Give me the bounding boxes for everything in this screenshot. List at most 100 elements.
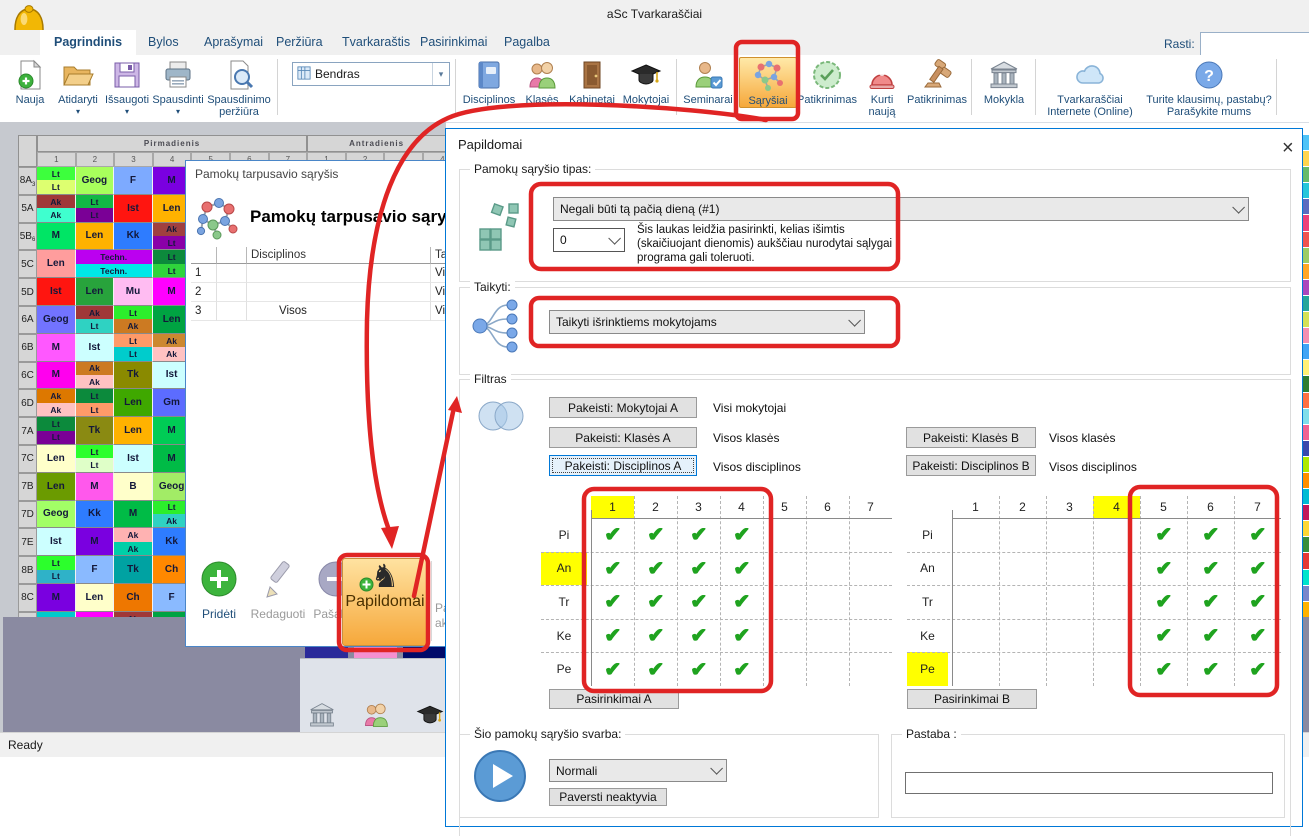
day-label-pe[interactable]: Pe: [907, 652, 948, 686]
graduation-cap-icon[interactable]: [416, 701, 444, 729]
lesson-cell[interactable]: Ist: [114, 195, 153, 223]
class-row-label-6C[interactable]: 6C: [18, 362, 37, 390]
checkmark-icon[interactable]: ✔: [1140, 518, 1187, 552]
lesson-cell[interactable]: Geog: [37, 306, 76, 334]
period-header-6[interactable]: 6: [1187, 496, 1234, 518]
grid-cell[interactable]: [999, 552, 1046, 586]
lesson-cell[interactable]: LtLt: [114, 334, 153, 362]
checkmark-icon[interactable]: ✔: [591, 518, 634, 552]
lesson-cell[interactable]: LtAk: [114, 306, 153, 334]
toolbar-item-spausdinimo-peržiūra[interactable]: Spausdinimo peržiūra: [206, 57, 272, 118]
grid-cell[interactable]: [849, 652, 892, 686]
lesson-cell[interactable]: Geog: [76, 167, 115, 195]
tab-pagalba[interactable]: Pagalba: [490, 30, 564, 55]
checkmark-icon[interactable]: ✔: [1234, 585, 1281, 619]
toolbar-item-mokykla[interactable]: Mokykla: [978, 57, 1030, 106]
class-row-label-8D[interactable]: 8D: [18, 612, 37, 617]
advanced-button[interactable]: ♞ Papildomai: [342, 558, 428, 646]
grid-cell[interactable]: [952, 552, 999, 586]
lesson-cell[interactable]: LtLt: [37, 167, 76, 195]
period-header-3[interactable]: 3: [677, 496, 720, 518]
lesson-cell[interactable]: Techn.Techn.: [76, 250, 153, 278]
toolbar-item-tvarkaraščiai-internete-online-[interactable]: Tvarkaraščiai Internete (Online): [1040, 57, 1140, 118]
lesson-cell[interactable]: M: [37, 362, 76, 390]
period-header-7[interactable]: 7: [1234, 496, 1281, 518]
class-row-label-5D[interactable]: 5D: [18, 278, 37, 306]
selections-a-button[interactable]: Pasirinkimai A: [549, 689, 679, 709]
checkmark-icon[interactable]: ✔: [720, 619, 763, 653]
toolbar-item-patikrinimas[interactable]: Patikrinimas: [907, 57, 967, 106]
lesson-cell[interactable]: LtLt: [76, 445, 115, 473]
checkmark-icon[interactable]: ✔: [591, 652, 634, 686]
checkmark-icon[interactable]: ✔: [634, 652, 677, 686]
add-relation-button[interactable]: Pridėti: [194, 559, 244, 621]
class-row-label-7C[interactable]: 7C: [18, 445, 37, 473]
lesson-cell[interactable]: AkAk: [76, 362, 115, 390]
toolbar-item-išsaugoti[interactable]: Išsaugoti▾: [104, 57, 150, 116]
period-header-4[interactable]: 4: [720, 496, 763, 518]
lesson-cell[interactable]: M: [76, 473, 115, 501]
view-select[interactable]: Bendras▾: [292, 62, 450, 86]
lesson-cell[interactable]: M: [37, 223, 76, 251]
day-label-tr[interactable]: Tr: [907, 585, 948, 619]
toolbar-item-patikrinimas[interactable]: Patikrinimas: [797, 57, 857, 106]
toolbar-item-nauja[interactable]: Nauja: [8, 57, 52, 106]
make-inactive-button[interactable]: Paversti neaktyvia: [549, 788, 667, 806]
lesson-cell[interactable]: Kk: [76, 501, 115, 529]
tab-pasirinkimai[interactable]: Pasirinkimai: [406, 30, 501, 55]
change-subjects-a-button[interactable]: Pakeisti: Disciplinos A: [549, 455, 697, 476]
period-grid-b[interactable]: 1234567Pi✔✔✔An✔✔✔Tr✔✔✔Ke✔✔✔Pe✔✔✔: [907, 496, 1281, 686]
change-subjects-b-button[interactable]: Pakeisti: Disciplinos B: [906, 455, 1036, 476]
tab-pagrindinis[interactable]: Pagrindinis: [40, 30, 136, 55]
grid-cell[interactable]: [849, 585, 892, 619]
change-classes-b-button[interactable]: Pakeisti: Klasės B: [906, 427, 1036, 448]
lesson-cell[interactable]: LtLt: [76, 195, 115, 223]
grid-cell[interactable]: [1046, 652, 1093, 686]
grid-cell[interactable]: [806, 518, 849, 552]
checkmark-icon[interactable]: ✔: [1140, 652, 1187, 686]
checkmark-icon[interactable]: ✔: [720, 585, 763, 619]
grid-cell[interactable]: [952, 518, 999, 552]
lesson-cell[interactable]: Tk: [76, 417, 115, 445]
lesson-cell[interactable]: Ch: [114, 584, 153, 612]
class-row-label-6A[interactable]: 6A: [18, 306, 37, 334]
checkmark-icon[interactable]: ✔: [634, 518, 677, 552]
toolbar-item-turite-klausimų-pastabų-parašykite-mums[interactable]: ?Turite klausimų, pastabų? Parašykite mu…: [1146, 57, 1272, 118]
checkmark-icon[interactable]: ✔: [1187, 585, 1234, 619]
lesson-cell[interactable]: Len: [76, 584, 115, 612]
grid-cell[interactable]: [1046, 585, 1093, 619]
lesson-cell[interactable]: Geog: [37, 501, 76, 529]
lesson-cell[interactable]: Ist: [37, 278, 76, 306]
checkmark-icon[interactable]: ✔: [1234, 652, 1281, 686]
day-label-an[interactable]: An: [907, 552, 948, 586]
lesson-cell[interactable]: Ist: [37, 528, 76, 556]
class-row-label-5C[interactable]: 5C: [18, 250, 37, 278]
importance-select[interactable]: Normali: [549, 759, 727, 782]
apply-to-select[interactable]: Taikyti išrinktiems mokytojams: [549, 310, 865, 334]
checkmark-icon[interactable]: ✔: [1234, 619, 1281, 653]
period-header-1[interactable]: 1: [952, 496, 999, 518]
grid-cell[interactable]: [806, 619, 849, 653]
grid-cell[interactable]: [1093, 585, 1140, 619]
period-header-3[interactable]: 3: [1046, 496, 1093, 518]
lesson-cell[interactable]: LtLt: [37, 417, 76, 445]
class-row-label-7A[interactable]: 7A: [18, 417, 37, 445]
class-row-label-5A[interactable]: 5A: [18, 195, 37, 223]
lesson-cell[interactable]: Len: [76, 278, 115, 306]
checkmark-icon[interactable]: ✔: [591, 585, 634, 619]
lesson-cell[interactable]: AkAk: [37, 389, 76, 417]
toolbar-item-disciplinos[interactable]: Disciplinos: [460, 57, 518, 106]
toolbar-item-sąryšiai[interactable]: Sąryšiai: [739, 57, 797, 108]
checkmark-icon[interactable]: ✔: [1187, 552, 1234, 586]
grid-cell[interactable]: [952, 585, 999, 619]
grid-cell[interactable]: [763, 552, 806, 586]
period-header-7[interactable]: 7: [849, 496, 892, 518]
students-icon[interactable]: [362, 701, 390, 729]
note-input[interactable]: [905, 772, 1273, 794]
checkmark-icon[interactable]: ✔: [1140, 585, 1187, 619]
selections-b-button[interactable]: Pasirinkimai B: [907, 689, 1037, 709]
lesson-cell[interactable]: Tk: [114, 362, 153, 390]
grid-cell[interactable]: [763, 619, 806, 653]
grid-cell[interactable]: [999, 585, 1046, 619]
lesson-cell[interactable]: M: [76, 528, 115, 556]
